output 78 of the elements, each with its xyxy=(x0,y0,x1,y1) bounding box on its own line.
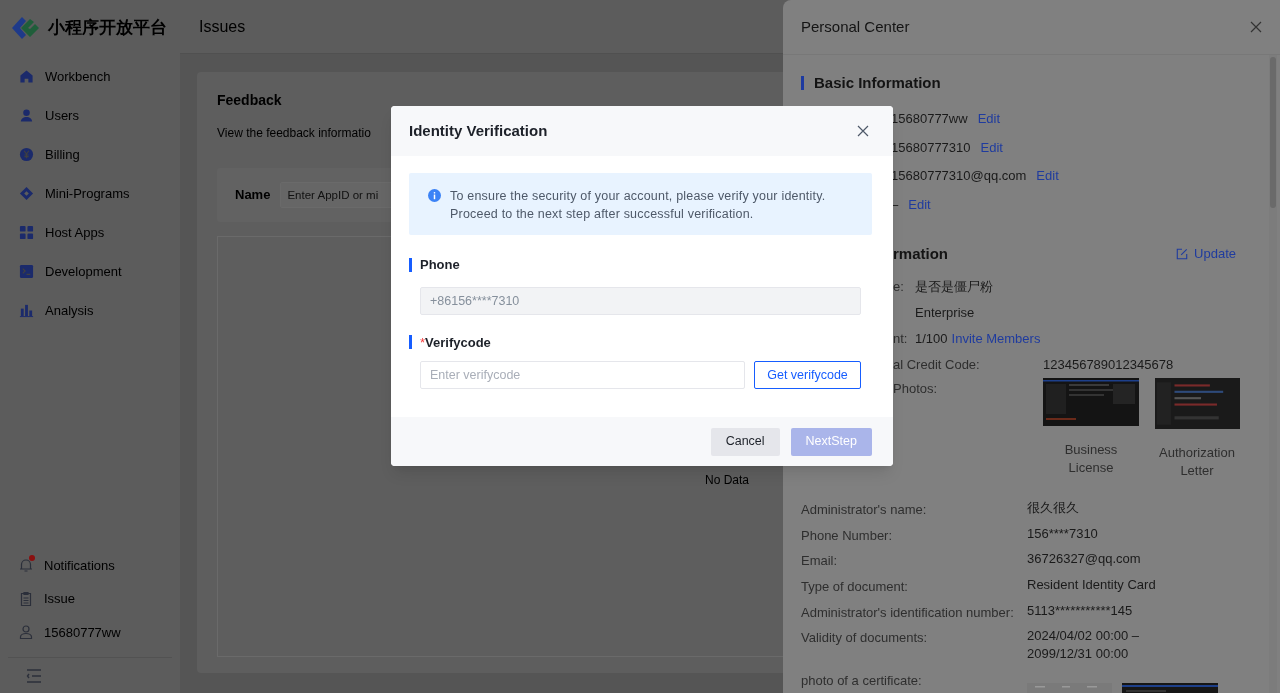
field-label: Phone xyxy=(420,256,460,274)
field-value: 5113***********145 xyxy=(1027,601,1133,620)
bell-icon xyxy=(18,557,34,574)
field-value: 156****7310 xyxy=(1027,524,1098,543)
field-marker xyxy=(409,257,412,272)
edit-link[interactable]: Edit xyxy=(1036,166,1059,186)
field-value: 是否是僵尸粉 xyxy=(915,278,993,297)
field-label: Verifycode xyxy=(425,333,491,352)
section-title: Feedback xyxy=(217,91,282,110)
yen-coin-icon xyxy=(19,147,34,162)
nav-item[interactable]: Users xyxy=(0,96,180,135)
field-label: Type of document: xyxy=(801,578,909,597)
section-marker xyxy=(801,76,804,91)
get-verifycode-button[interactable]: Get verifycode xyxy=(754,361,861,389)
field-label: Photos: xyxy=(893,380,939,398)
field-marker xyxy=(409,335,412,350)
logo-icon xyxy=(12,15,42,40)
update-link[interactable]: Update xyxy=(1176,244,1236,264)
user-icon xyxy=(18,624,34,641)
invite-link[interactable]: Invite Members xyxy=(951,329,1041,349)
field-value: 36726327@qq.com xyxy=(1027,550,1141,569)
dialog-title: Identity Verification xyxy=(409,120,548,141)
photo-caption: Business License xyxy=(1063,441,1119,477)
section-title: Basic Information xyxy=(814,73,941,93)
field-label: Administrator's name: xyxy=(801,501,928,519)
grid-icon xyxy=(19,225,34,240)
field-label: nt: xyxy=(893,330,908,349)
field-value: 123456789012345678 xyxy=(1043,355,1174,374)
logo-text: 小程序开放平台 xyxy=(48,16,167,39)
field-value: 15680777310@qq.com xyxy=(891,167,1027,185)
field-label: Administrator's identification number: xyxy=(801,603,1015,622)
field-value: 15680777310 xyxy=(891,138,971,157)
nav-item[interactable]: Analysis xyxy=(0,291,180,330)
field-label: Validity of documents: xyxy=(801,629,929,648)
page-title: Issues xyxy=(199,16,246,37)
field-label: e: xyxy=(893,278,904,297)
filter-label: Name xyxy=(235,186,271,205)
edit-link[interactable]: Edit xyxy=(977,109,1001,129)
field-value: Enterprise xyxy=(915,304,975,323)
user-icon xyxy=(19,108,34,123)
verifycode-field[interactable]: Enter verifycode xyxy=(420,361,745,389)
nav-item[interactable]: Host Apps xyxy=(0,213,180,252)
notice-text: To ensure the security of your account, please verify your identity. Proceed to the next step after successful verification. xyxy=(450,188,826,223)
field-value: Resident Identity Card xyxy=(1027,576,1156,595)
nav-item[interactable]: Development xyxy=(0,252,180,291)
edit-link[interactable]: Edit xyxy=(980,137,1003,157)
required-mark: * xyxy=(420,333,426,352)
photo-caption: Authorization Letter xyxy=(1158,444,1236,480)
nav-item[interactable]: Mini-Programs xyxy=(0,174,180,213)
nav-item[interactable]: Workbench xyxy=(0,57,180,96)
field-value: 15680777ww xyxy=(891,110,968,128)
info-icon xyxy=(428,189,441,202)
nav-item[interactable]: Issue xyxy=(0,582,180,616)
field-label: Email: xyxy=(801,552,839,571)
nav-item[interactable]: 15680777ww xyxy=(0,615,180,649)
drawer-title: Personal Center xyxy=(801,16,910,37)
field-label: photo of a certificate: xyxy=(801,672,923,691)
terminal-icon xyxy=(19,264,34,279)
nav-item[interactable]: Billing xyxy=(0,135,180,174)
close-icon[interactable] xyxy=(857,125,869,137)
section-description: View the feedback informatio xyxy=(217,125,371,142)
edit-icon xyxy=(1176,247,1189,260)
cancel-button[interactable]: Cancel xyxy=(710,427,780,456)
nav-item[interactable]: Notifications xyxy=(0,548,180,582)
edit-link[interactable]: Edit xyxy=(908,194,931,214)
diamond-icon xyxy=(19,186,34,201)
field-value: 2024/04/02 00:00 – 2099/12/31 00:00 xyxy=(1027,627,1140,664)
home-icon xyxy=(19,69,34,84)
field-label: al Credit Code: xyxy=(893,355,981,374)
field-value: 很久很久 xyxy=(1027,499,1079,517)
bar-chart-icon xyxy=(19,303,34,318)
collapse-icon[interactable] xyxy=(26,668,42,683)
field-value: 1/100 xyxy=(915,330,948,349)
clipboard-icon xyxy=(18,590,34,607)
close-icon[interactable] xyxy=(1250,21,1262,33)
field-label: Phone Number: xyxy=(801,526,894,545)
section-title: rmation xyxy=(893,243,948,264)
empty-text: No Data xyxy=(705,472,750,489)
